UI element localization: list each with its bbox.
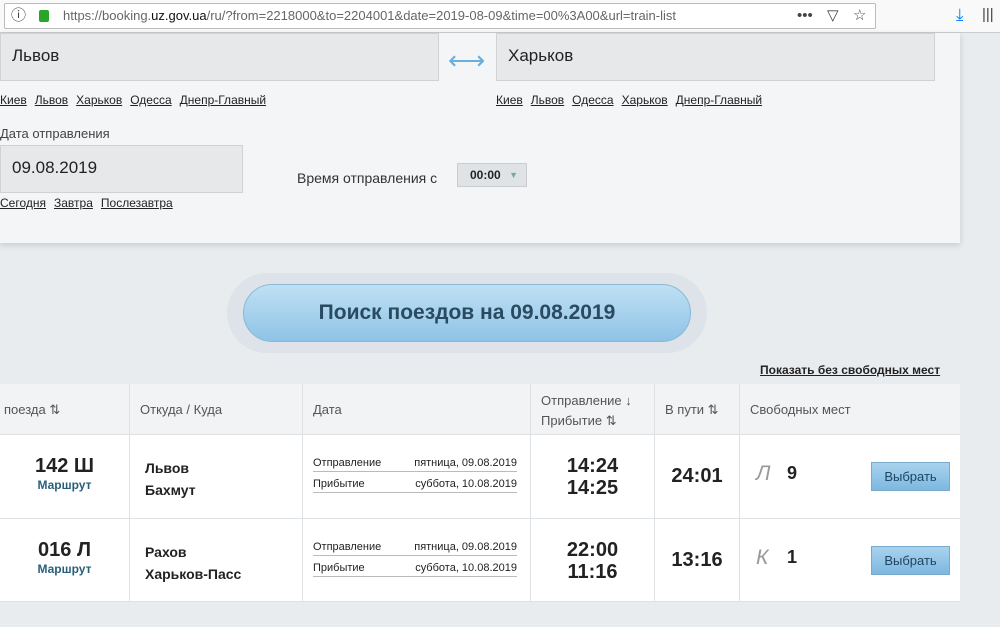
- table-row: 016 Л Маршрут Рахов Харьков-Пасс Отправлен…: [0, 519, 960, 602]
- sort-icon: ⇅: [707, 402, 719, 417]
- info-icon[interactable]: ⓘ: [11, 4, 26, 28]
- date-link[interactable]: Сегодня: [0, 196, 46, 210]
- library-icon[interactable]: |||: [982, 6, 994, 23]
- to-station: Бахмут: [145, 482, 196, 498]
- route-cell: Львов Бахмут: [130, 435, 303, 518]
- pocket-icon[interactable]: ▽: [827, 4, 839, 28]
- header-date: Дата: [303, 384, 531, 434]
- route-cell: Рахов Харьков-Пасс: [130, 519, 303, 601]
- seat-class: Л: [756, 462, 771, 485]
- lock-icon: [39, 10, 49, 22]
- header-duration[interactable]: В пути ⇅: [655, 384, 740, 434]
- route-link[interactable]: Маршрут: [0, 478, 129, 492]
- to-link[interactable]: Харьков: [622, 93, 668, 107]
- date-input[interactable]: 09.08.2019: [0, 145, 243, 193]
- from-input[interactable]: Львов: [0, 33, 439, 81]
- from-link[interactable]: Харьков: [76, 93, 122, 107]
- table-row: 142 Ш Маршрут Львов Бахмут Отправление пятн…: [0, 435, 960, 519]
- time-value: 00:00: [470, 168, 501, 182]
- from-link[interactable]: Днепр-Главный: [180, 93, 266, 107]
- show-without-seats-link[interactable]: Показать без свободных мест: [760, 363, 940, 377]
- seat-class: К: [756, 546, 769, 569]
- url-prefix: https://booking.: [63, 8, 152, 23]
- duration-cell: 13:16: [655, 519, 740, 601]
- swap-icon[interactable]: ⟷: [448, 45, 485, 76]
- date-link[interactable]: Завтра: [54, 196, 93, 210]
- to-input[interactable]: Харьков: [496, 33, 935, 81]
- duration-cell: 24:01: [655, 435, 740, 518]
- seat-count: 1: [787, 547, 798, 567]
- header-dep-arr[interactable]: Отправление ↓ Прибытие ⇅: [531, 384, 655, 434]
- to-quick-links: Киев Львов Одесса Харьков Днепр-Главный: [496, 91, 770, 109]
- header-route: Откуда / Куда: [130, 384, 303, 434]
- select-button[interactable]: Выбрать: [871, 462, 950, 491]
- select-button[interactable]: Выбрать: [871, 546, 950, 575]
- to-link[interactable]: Одесса: [572, 93, 613, 107]
- train-number: 016 Л: [38, 539, 91, 561]
- seat-count: 9: [787, 463, 798, 483]
- sort-icon: ⇅: [49, 402, 61, 417]
- url-suffix: /ru/?from=2218000&to=2204001&date=2019-0…: [206, 8, 677, 23]
- header-seats: Свободных мест: [750, 402, 851, 417]
- to-link[interactable]: Днепр-Главный: [676, 93, 762, 107]
- search-form: Львов ⟷ Харьков Киев Львов Харьков Одесса Дн…: [0, 33, 960, 243]
- date-quick-links: Сегодня Завтра Послезавтра: [0, 194, 181, 212]
- seats-cell: Л 9 Выбрать: [740, 435, 960, 518]
- url-bar[interactable]: ⓘ https://booking.uz.gov.ua/ru/?from=221…: [4, 3, 876, 29]
- train-table: поезда ⇅ Откуда / Куда Дата Отправление …: [0, 384, 960, 602]
- train-number: 142 Ш: [34, 455, 95, 477]
- date-cell: Отправление пятница, 09.08.2019 Прибытие су…: [303, 519, 531, 601]
- table-header: поезда ⇅ Откуда / Куда Дата Отправление …: [0, 384, 960, 435]
- time-label: Время отправления с: [297, 170, 438, 186]
- search-trains-button[interactable]: Поиск поездов на 09.08.2019: [243, 284, 691, 342]
- to-station: Харьков-Пасс: [145, 566, 242, 582]
- bookmark-star-icon[interactable]: ☆: [853, 4, 866, 28]
- sort-icon: ⇅: [605, 413, 617, 428]
- time-cell: 14:24 14:25: [531, 435, 655, 518]
- header-train[interactable]: поезда ⇅: [0, 384, 130, 434]
- download-icon[interactable]: ⤓: [956, 5, 964, 25]
- time-cell: 22:00 11:16: [531, 519, 655, 601]
- date-label: Дата отправления: [0, 126, 110, 141]
- from-quick-links: Киев Львов Харьков Одесса Днепр-Главный: [0, 91, 274, 109]
- train-cell: 142 Ш Маршрут: [0, 435, 130, 518]
- to-link[interactable]: Киев: [496, 93, 523, 107]
- route-link[interactable]: Маршрут: [0, 562, 129, 576]
- from-link[interactable]: Одесса: [130, 93, 171, 107]
- from-station: Рахов: [145, 544, 187, 560]
- from-link[interactable]: Киев: [0, 93, 27, 107]
- date-cell: Отправление пятница, 09.08.2019 Прибытие су…: [303, 435, 531, 518]
- url-domain: uz.gov.ua: [151, 8, 207, 23]
- browser-toolbar: ⓘ https://booking.uz.gov.ua/ru/?from=221…: [0, 0, 1000, 33]
- date-link[interactable]: Послезавтра: [101, 196, 173, 210]
- from-station: Львов: [145, 460, 190, 476]
- more-icon[interactable]: •••: [797, 4, 813, 28]
- seats-cell: К 1 Выбрать: [740, 519, 960, 601]
- chevron-down-icon: ▼: [509, 170, 518, 180]
- to-link[interactable]: Львов: [531, 93, 564, 107]
- from-link[interactable]: Львов: [35, 93, 68, 107]
- train-cell: 016 Л Маршрут: [0, 519, 130, 601]
- time-select[interactable]: 00:00 ▼: [457, 163, 527, 187]
- sort-icon: ↓: [625, 393, 632, 408]
